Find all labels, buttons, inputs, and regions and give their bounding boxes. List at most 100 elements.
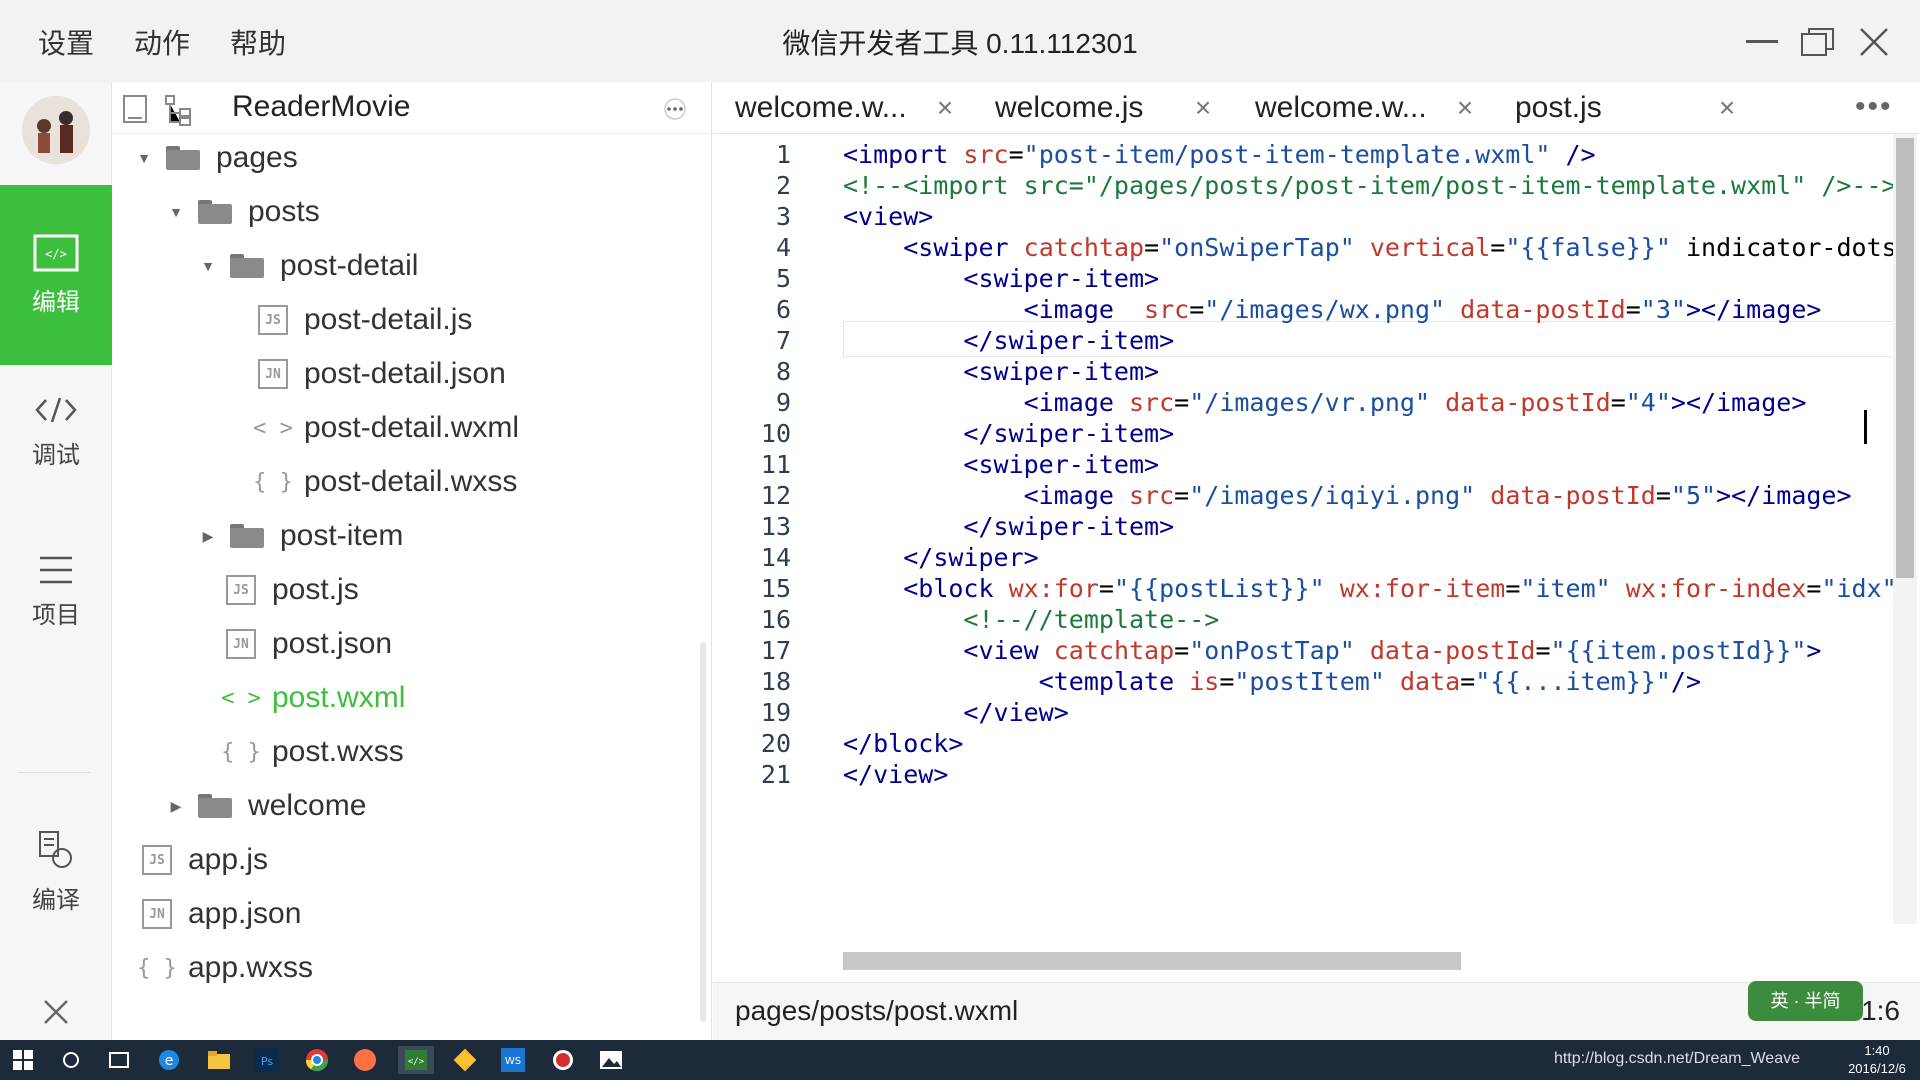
file-tree-panel: ReaderMovie ▼ pages ▼ posts ▼ post-detail J… <box>112 82 712 1040</box>
expand-down-icon[interactable]: ▼ <box>168 204 184 220</box>
expand-right-icon[interactable]: ▶ <box>200 528 216 545</box>
tree-view-icon[interactable] <box>164 94 198 126</box>
tab-close-icon[interactable]: × <box>1711 92 1743 124</box>
close-panel-button[interactable] <box>34 992 78 1032</box>
tree-file-post-js[interactable]: JS post.js <box>226 566 359 614</box>
wechat-devtools-icon[interactable]: </> <box>398 1046 434 1074</box>
taskbar-url-watermark: http://blog.csdn.net/Dream_Weave <box>1553 1050 1800 1067</box>
horizontal-scrollbar-thumb[interactable] <box>843 952 1461 970</box>
expand-right-icon[interactable]: ▶ <box>168 798 184 815</box>
expand-down-icon[interactable]: ▼ <box>200 258 216 274</box>
tree-folder-pages[interactable]: ▼ pages <box>136 134 298 182</box>
edge-browser-icon[interactable]: e <box>154 1046 184 1074</box>
rail-compile[interactable]: 编译 <box>0 782 112 962</box>
tab-close-icon[interactable]: × <box>1187 92 1219 124</box>
photos-icon[interactable] <box>596 1046 626 1074</box>
phone-icon[interactable] <box>122 94 148 124</box>
clock-time: 1:40 <box>1864 1043 1890 1058</box>
clock-date: 2016/12/6 <box>1848 1061 1906 1076</box>
tree-item-label: post-detail.wxss <box>304 465 518 498</box>
tree-item-label: post-detail <box>280 249 419 282</box>
photoshop-icon[interactable]: Ps <box>252 1046 282 1074</box>
folder-open-icon <box>198 200 232 224</box>
ime-indicator[interactable]: 英 · 半简 <box>1748 981 1863 1021</box>
rail-debug[interactable]: 调试 <box>0 342 112 522</box>
code-area[interactable]: 1 <import src="post-item/post-item-templa… <box>713 134 1920 924</box>
tree-item-label: app.wxss <box>188 951 314 984</box>
search-icon[interactable] <box>56 1046 86 1074</box>
webstorm-icon[interactable]: WS <box>498 1046 528 1074</box>
tree-item-label: welcome <box>248 789 367 822</box>
tab-close-icon[interactable]: × <box>929 92 961 124</box>
tree-item-label: app.json <box>188 897 302 930</box>
record-icon[interactable] <box>548 1046 578 1074</box>
restore-icon <box>1801 28 1834 56</box>
tab-label: post.js <box>1515 91 1602 124</box>
file-tree-header: ReaderMovie <box>112 82 712 134</box>
tab-close-icon[interactable]: × <box>1449 92 1481 124</box>
vertical-scrollbar-thumb[interactable] <box>1896 138 1914 578</box>
folder-open-icon <box>166 146 200 170</box>
svg-text:WS: WS <box>505 1056 521 1067</box>
tab-welcome-wxss[interactable]: welcome.w... <box>1255 82 1427 134</box>
tab-post-js[interactable]: post.js <box>1515 82 1602 134</box>
rail-project[interactable]: 项目 <box>0 502 112 682</box>
tree-item-label: post.wxss <box>272 735 404 768</box>
app-icon[interactable] <box>350 1046 380 1074</box>
js-file-icon: JS <box>258 305 288 335</box>
code-line[interactable]: 21 </view> <box>713 756 1920 794</box>
tree-item-label: post-detail.js <box>304 303 473 336</box>
wxml-file-icon: < > <box>253 415 293 441</box>
tree-item-label: app.js <box>188 843 269 876</box>
file-explorer-icon[interactable] <box>204 1046 234 1074</box>
svg-text:</>: </> <box>408 1057 425 1067</box>
side-rail: </> 编辑 调试 项目 编译 <box>0 82 112 1040</box>
windows-start-icon[interactable] <box>8 1046 38 1074</box>
close-window-button[interactable] <box>1852 22 1896 62</box>
minimize-button[interactable] <box>1740 22 1784 62</box>
tree-folder-posts[interactable]: ▼ posts <box>168 188 320 236</box>
tree-file-app-json[interactable]: JN app.json <box>142 890 301 938</box>
rail-project-label: 项目 <box>32 601 80 629</box>
svg-text:e: e <box>165 1053 174 1069</box>
wxss-file-icon: { } <box>137 955 177 981</box>
expand-down-icon[interactable]: ▼ <box>136 150 152 166</box>
task-view-icon[interactable] <box>104 1046 134 1074</box>
json-file-icon: JN <box>226 629 256 659</box>
tree-file-app-js[interactable]: JS app.js <box>142 836 268 884</box>
tree-folder-post-item[interactable]: ▶ post-item <box>200 512 404 560</box>
maximize-button[interactable] <box>1796 22 1840 62</box>
wxss-file-icon: { } <box>253 469 293 495</box>
text-caret <box>1864 410 1867 444</box>
wxml-file-icon: < > <box>221 685 261 711</box>
tree-file-app-wxss[interactable]: { } app.wxss <box>137 944 314 992</box>
taskbar-clock[interactable]: 1:40 2016/12/6 <box>1842 1042 1912 1078</box>
tab-overflow-icon[interactable]: ••• <box>1855 90 1893 124</box>
tree-file-post-detail-wxml[interactable]: < > post-detail.wxml <box>253 404 519 452</box>
tree-item-label: post.json <box>272 627 393 660</box>
rail-edit[interactable]: </> 编辑 <box>0 185 112 365</box>
project-name: ReaderMovie <box>232 90 411 123</box>
tree-folder-welcome[interactable]: ▶ welcome <box>168 782 367 830</box>
folder-icon <box>198 794 232 818</box>
git-icon[interactable] <box>450 1046 480 1074</box>
tree-file-post-detail-js[interactable]: JS post-detail.js <box>258 296 472 344</box>
file-tree-scrollbar[interactable] <box>700 642 706 1022</box>
tree-file-post-detail-json[interactable]: JN post-detail.json <box>258 350 506 398</box>
avatar[interactable] <box>22 96 90 164</box>
tree-file-post-wxss[interactable]: { } post.wxss <box>221 728 404 776</box>
tree-item-label: pages <box>216 141 298 174</box>
tree-folder-post-detail[interactable]: ▼ post-detail <box>200 242 418 290</box>
tree-file-post-wxml[interactable]: < > post.wxml <box>221 674 405 722</box>
tree-file-post-json[interactable]: JN post.json <box>226 620 392 668</box>
tree-item-label: post-detail.json <box>304 357 506 390</box>
code-editor: welcome.w... × welcome.js × welcome.w...… <box>713 82 1920 1040</box>
tab-welcome-js[interactable]: welcome.js <box>995 82 1143 134</box>
rail-edit-label: 编辑 <box>32 288 80 316</box>
chrome-icon[interactable] <box>302 1046 332 1074</box>
js-file-icon: JS <box>226 575 256 605</box>
close-icon <box>1860 28 1888 56</box>
tree-file-post-detail-wxss[interactable]: { } post-detail.wxss <box>253 458 518 506</box>
more-options-icon[interactable] <box>660 98 690 120</box>
tab-welcome-wxml[interactable]: welcome.w... <box>735 82 907 134</box>
